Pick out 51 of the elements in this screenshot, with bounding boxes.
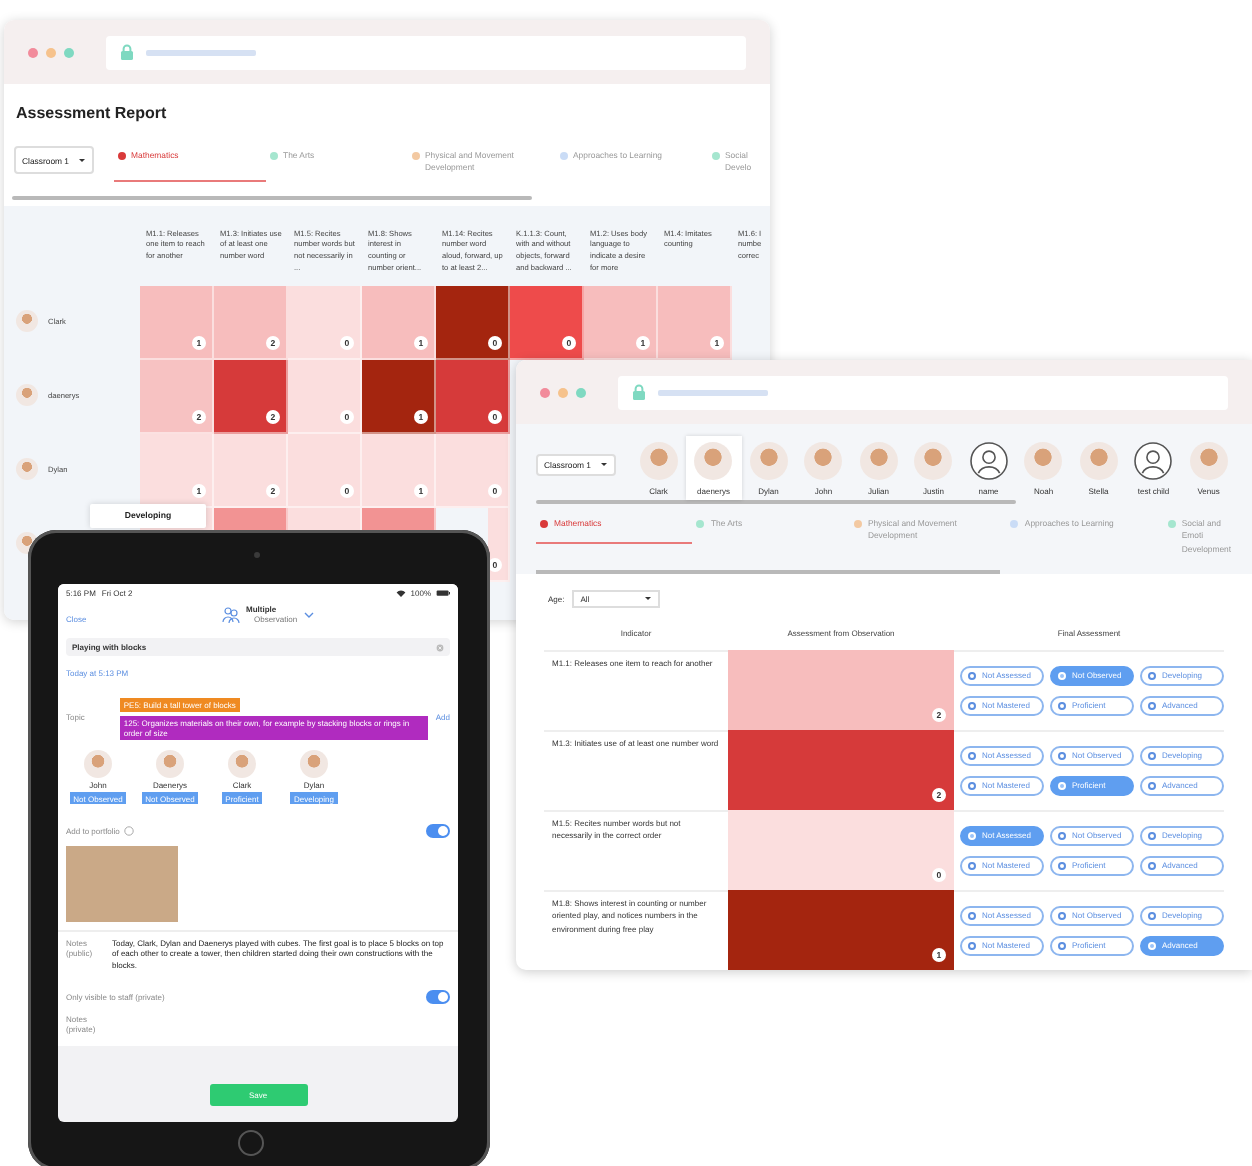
- child-photo: [914, 442, 953, 480]
- caret-icon[interactable]: [599, 462, 608, 468]
- child-photo: [1189, 442, 1228, 480]
- photo-placeholder: [66, 846, 178, 922]
- battery-icon: [435, 589, 450, 597]
- address-bar[interactable]: [106, 35, 746, 69]
- window-control-dot[interactable]: [540, 387, 550, 397]
- window-control-dot[interactable]: [28, 47, 38, 57]
- child-photo: [639, 442, 678, 480]
- clear-icon[interactable]: [436, 643, 444, 651]
- chevron-icon[interactable]: [303, 611, 314, 617]
- window-control-dot[interactable]: [558, 387, 568, 397]
- window-control-dot[interactable]: [46, 47, 56, 57]
- person-silhouette-icon: [1134, 442, 1173, 480]
- caret-icon[interactable]: [644, 595, 653, 602]
- child-photo: [228, 750, 256, 778]
- heatmap-cell[interactable]: [362, 507, 436, 532]
- info-icon[interactable]: [123, 826, 134, 836]
- child-photo: [16, 310, 38, 333]
- toggle-switch[interactable]: [426, 824, 450, 838]
- person-silhouette-icon: [969, 442, 1008, 480]
- home-button[interactable]: [238, 1130, 264, 1156]
- window-control-dot[interactable]: [64, 47, 74, 57]
- child-photo: [16, 458, 38, 481]
- scrollbar[interactable]: [536, 569, 1000, 574]
- child-photo: [84, 750, 112, 778]
- camera-icon: [254, 552, 260, 558]
- address-bar[interactable]: [618, 375, 1228, 409]
- child-photo: [156, 750, 184, 778]
- caret-icon[interactable]: [77, 157, 86, 163]
- page-title: Assessment Report: [16, 104, 169, 122]
- child-photo: [16, 384, 38, 407]
- scrollbar[interactable]: [536, 500, 1016, 504]
- child-photo: [804, 442, 843, 480]
- child-photo: [300, 750, 328, 778]
- lock-icon: [120, 44, 134, 60]
- child-photo: [749, 442, 788, 480]
- heatmap-cell[interactable]: [288, 507, 362, 532]
- redacted-url-line: [146, 49, 256, 55]
- lock-icon: [632, 384, 646, 400]
- scrollbar[interactable]: [12, 195, 532, 200]
- window-control-dot[interactable]: [576, 387, 586, 397]
- child-photo: [694, 442, 733, 480]
- child-photo: [1024, 442, 1063, 480]
- child-photo: [859, 442, 898, 480]
- redacted-url-line: [658, 389, 768, 395]
- child-photo: [1079, 442, 1118, 480]
- people-icon: [222, 605, 240, 623]
- heatmap-cell[interactable]: [214, 507, 288, 532]
- toggle-switch[interactable]: [426, 990, 450, 1005]
- wifi-icon: [396, 589, 407, 597]
